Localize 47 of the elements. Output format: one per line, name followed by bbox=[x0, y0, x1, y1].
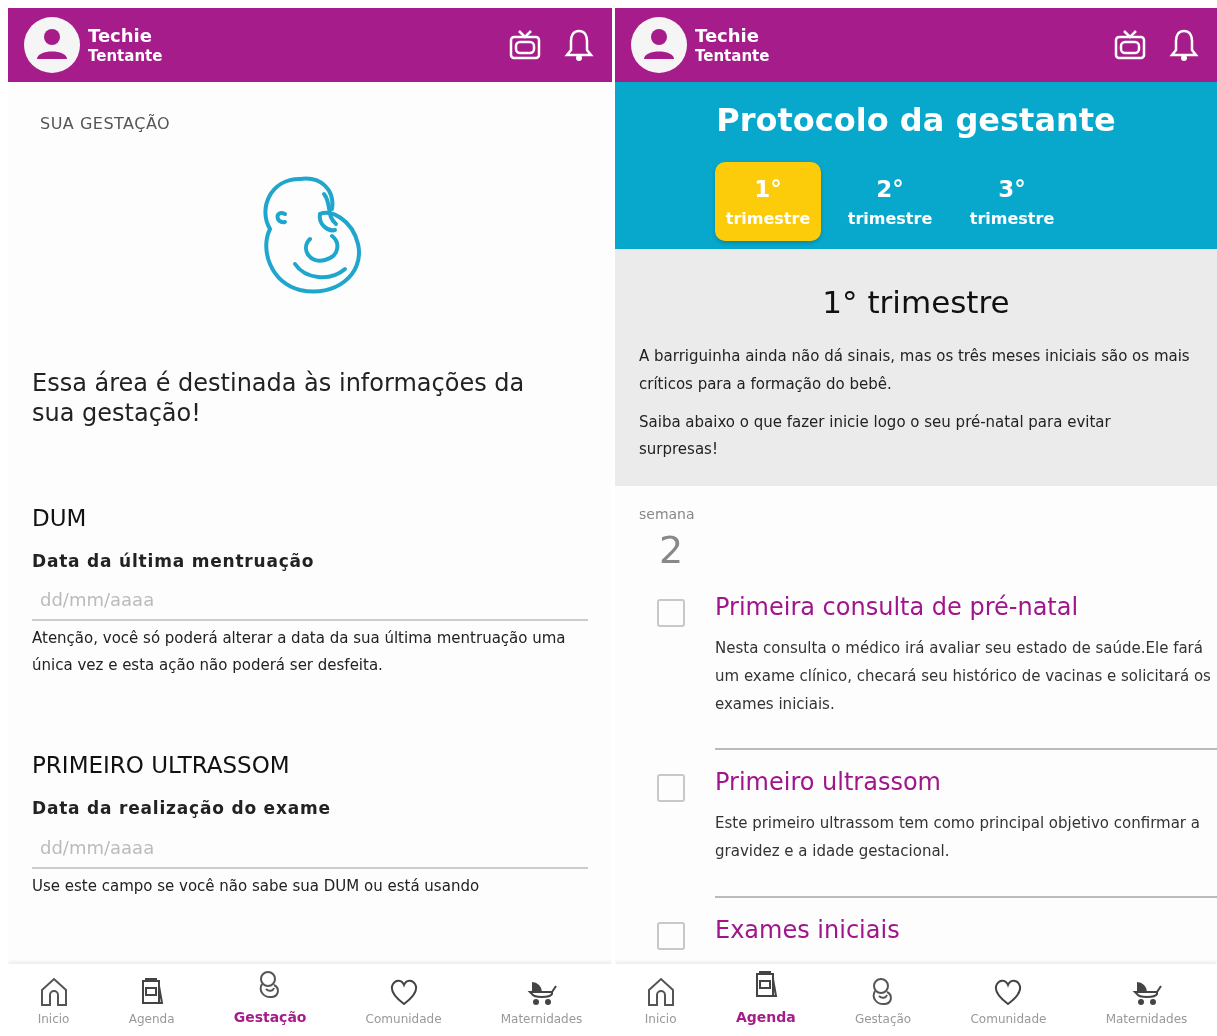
nav-tab[interactable]: Comunidade bbox=[970, 976, 1047, 1028]
trimester-tab[interactable]: 1° trimestre bbox=[715, 162, 821, 241]
intro-text: Essa área é destinada às informações da sua gestação! bbox=[32, 368, 526, 428]
nav-tab[interactable]: Inicio bbox=[644, 976, 677, 1028]
field-note: Use este campo se você não sabe sua DUM ou está usando bbox=[32, 875, 481, 897]
nav-tab[interactable]: Agenda bbox=[128, 976, 175, 1028]
avatar-icon bbox=[631, 17, 687, 73]
tv-icon[interactable] bbox=[1113, 28, 1147, 62]
checkbox[interactable] bbox=[657, 774, 685, 803]
paragraph: A barriguinha ainda não dá sinais, mas os três meses iniciais são os mais críticos para a formação do bebê. bbox=[639, 346, 1191, 395]
field-heading: DUM bbox=[32, 504, 88, 533]
user-name: Techie bbox=[88, 23, 153, 47]
week-number: 2 bbox=[659, 531, 685, 569]
nav-tab[interactable]: Maternidades bbox=[1105, 976, 1188, 1028]
checkbox[interactable] bbox=[657, 599, 685, 627]
task-title: Exames iniciais bbox=[715, 914, 901, 946]
nav-tab[interactable]: Maternidades bbox=[500, 976, 583, 1028]
field-label: Data da realização do exame bbox=[32, 797, 332, 820]
bell-icon[interactable] bbox=[1169, 28, 1199, 62]
avatar-icon bbox=[24, 17, 80, 73]
nav-tab[interactable]: Inicio bbox=[37, 976, 70, 1028]
page-title: Protocolo da gestante bbox=[715, 100, 1117, 141]
paragraph: Saiba abaixo o que fazer inicie logo o seu pré-natal para evitar surpresas! bbox=[639, 411, 1112, 461]
checkbox[interactable] bbox=[657, 921, 685, 950]
task-description: Nesta consulta o médico irá avaliar seu estado de saúde.Ele fará um exame clínico, checará seu histórico de vacinas e solicitará os exames iniciais. bbox=[715, 638, 1212, 715]
user-status: Tentante bbox=[88, 46, 163, 67]
bell-icon[interactable] bbox=[564, 28, 594, 62]
field-label: Data da última mentruação bbox=[32, 549, 316, 573]
date-input-field[interactable]: dd/mm/aaaa bbox=[32, 821, 588, 869]
nav-tab[interactable]: Gestação bbox=[233, 969, 307, 1028]
task-title: Primeiro ultrassom bbox=[715, 767, 942, 799]
section-title: 1° trimestre bbox=[821, 282, 1011, 322]
tv-icon[interactable] bbox=[508, 28, 542, 62]
task-description: Este primeiro ultrassom tem como principal objetivo confirmar a gravidez e a idade gestacional. bbox=[715, 813, 1201, 862]
nav-tab[interactable]: Comunidade bbox=[365, 976, 442, 1028]
nav-tab[interactable]: Gestação bbox=[854, 976, 912, 1028]
week-label: semana bbox=[639, 505, 696, 524]
field-heading: PRIMEIRO ULTRASSOM bbox=[32, 751, 291, 780]
section-label: SUA GESTAÇÃO bbox=[40, 113, 172, 135]
task-title: Primeira consulta de pré-natal bbox=[715, 592, 1080, 623]
nav-tab[interactable]: Agenda bbox=[735, 969, 796, 1028]
trimester-tab[interactable]: 3° trimestre bbox=[959, 162, 1065, 241]
date-input-field[interactable]: dd/mm/aaaa bbox=[32, 574, 588, 622]
field-note: Atenção, você só poderá alterar a data da sua última mentruação uma única vez e esta ação não poderá ser desfeita. bbox=[32, 628, 567, 677]
trimester-tab[interactable]: 2° trimestre bbox=[837, 162, 943, 241]
user-status: Tentante bbox=[695, 46, 770, 67]
user-name: Techie bbox=[695, 23, 760, 47]
